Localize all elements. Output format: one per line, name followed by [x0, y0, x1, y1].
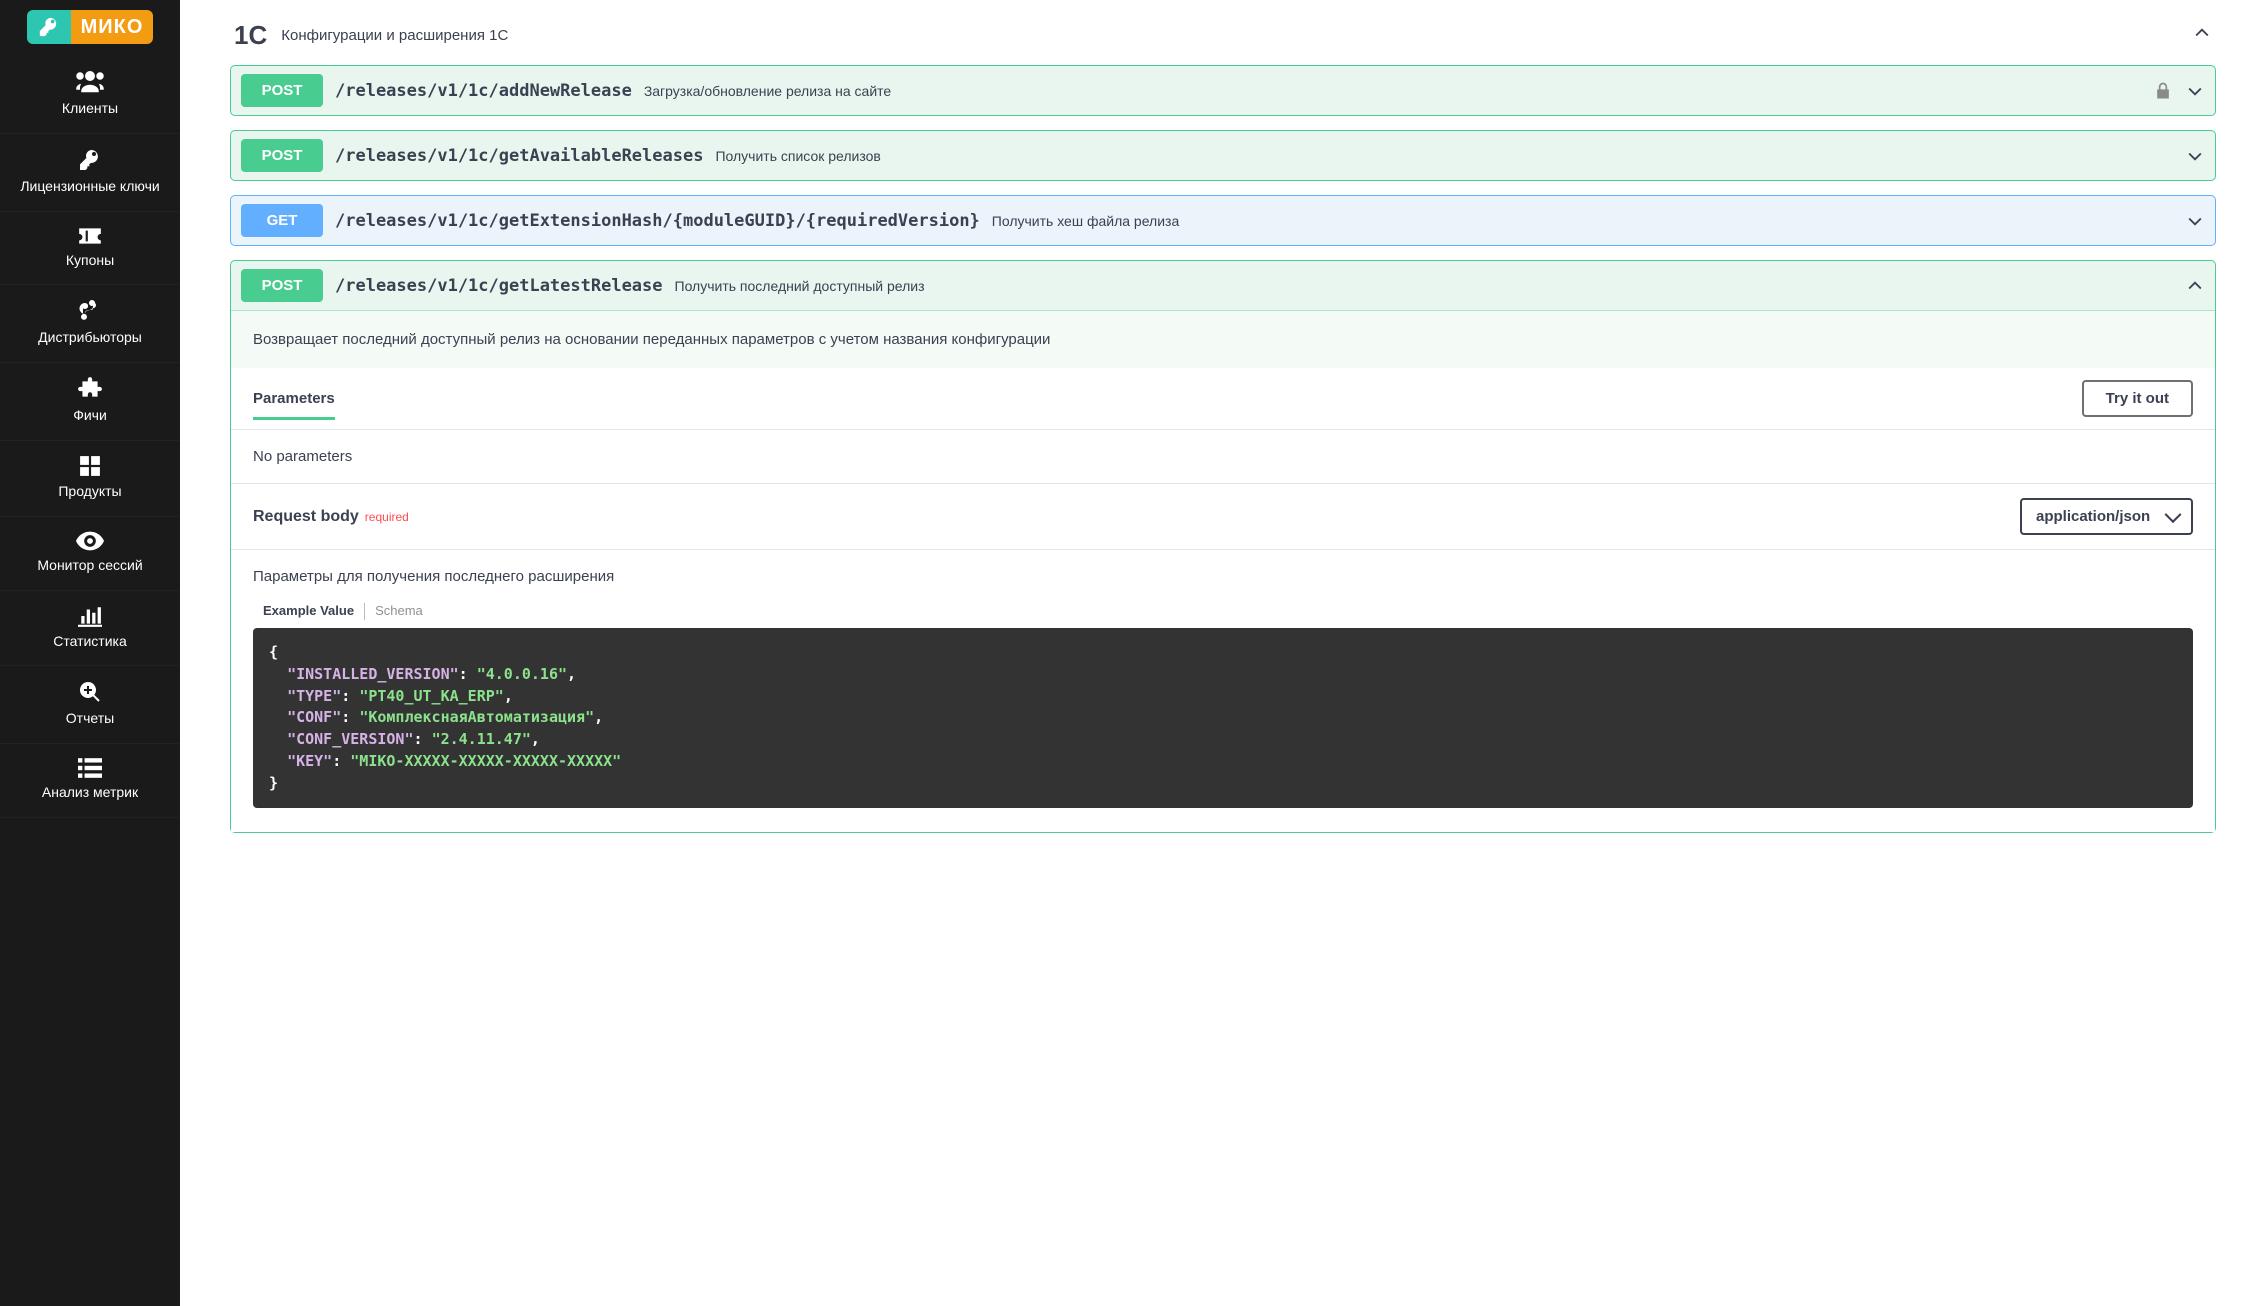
operation-summary: Получить список релизов — [715, 148, 880, 164]
try-it-out-button[interactable]: Try it out — [2082, 380, 2193, 417]
sidebar-item-license-keys[interactable]: Лицензионные ключи — [0, 134, 180, 212]
example-json-block[interactable]: { "INSTALLED_VERSION": "4.0.0.16", "TYPE… — [253, 628, 2193, 808]
content-type-select[interactable]: application/json — [2020, 498, 2193, 535]
operation-addNewRelease: POST /releases/v1/1c/addNewRelease Загру… — [230, 65, 2216, 116]
sidebar-item-label: Отчеты — [66, 710, 114, 727]
sidebar-item-clients[interactable]: Клиенты — [0, 54, 180, 134]
sidebar-item-products[interactable]: Продукты — [0, 441, 180, 517]
section-header[interactable]: 1C Конфигурации и расширения 1С — [230, 8, 2216, 65]
sidebar-item-label: Монитор сессий — [37, 557, 142, 574]
operation-header[interactable]: GET /releases/v1/1c/getExtensionHash/{mo… — [231, 196, 2215, 245]
lock-icon[interactable] — [2153, 81, 2173, 101]
request-body-section: Параметры для получения последнего расши… — [231, 550, 2215, 832]
chevron-down-icon — [2185, 81, 2205, 101]
branch-icon — [78, 299, 102, 323]
operation-summary: Загрузка/обновление релиза на сайте — [644, 83, 891, 99]
main-content: 1C Конфигурации и расширения 1С POST /re… — [180, 0, 2244, 1306]
http-method-badge: POST — [241, 139, 323, 172]
sidebar: МИКО Клиенты Лицензионные ключи Купоны Д… — [0, 0, 180, 1306]
parameters-label: Parameters — [253, 390, 335, 420]
sidebar-item-label: Клиенты — [62, 100, 118, 117]
eye-icon — [76, 531, 104, 551]
request-body-description: Параметры для получения последнего расши… — [253, 568, 2193, 585]
operation-summary: Получить хеш файла релиза — [992, 213, 1179, 229]
operation-body: Возвращает последний доступный релиз на … — [231, 310, 2215, 832]
operation-summary: Получить последний доступный релиз — [675, 278, 925, 294]
ticket-icon — [77, 226, 103, 246]
section-tag: 1C — [234, 20, 267, 51]
tab-schema[interactable]: Schema — [364, 603, 433, 620]
sidebar-item-label: Продукты — [58, 483, 121, 500]
sidebar-item-coupons[interactable]: Купоны — [0, 212, 180, 286]
body-tabs: Example Value Schema — [253, 603, 2193, 620]
grid-icon — [79, 455, 101, 477]
operation-header[interactable]: POST /releases/v1/1c/addNewRelease Загру… — [231, 66, 2215, 115]
operation-getLatestRelease: POST /releases/v1/1c/getLatestRelease По… — [230, 260, 2216, 833]
no-parameters-text: No parameters — [231, 430, 2215, 483]
key-icon — [27, 10, 71, 44]
operation-header[interactable]: POST /releases/v1/1c/getLatestRelease По… — [231, 261, 2215, 310]
key-icon — [78, 148, 102, 172]
http-method-badge: GET — [241, 204, 323, 237]
operation-getExtensionHash: GET /releases/v1/1c/getExtensionHash/{mo… — [230, 195, 2216, 246]
operation-path: /releases/v1/1c/getAvailableReleases — [335, 146, 703, 166]
sidebar-item-reports[interactable]: Отчеты — [0, 666, 180, 744]
chart-icon — [78, 605, 102, 627]
sidebar-item-label: Лицензионные ключи — [20, 178, 159, 195]
brand-name: МИКО — [71, 10, 154, 44]
tab-example-value[interactable]: Example Value — [253, 603, 364, 620]
operation-header[interactable]: POST /releases/v1/1c/getAvailableRelease… — [231, 131, 2215, 180]
http-method-badge: POST — [241, 269, 323, 302]
request-body-label: Request body — [253, 508, 359, 526]
sidebar-item-stats[interactable]: Статистика — [0, 591, 180, 667]
sidebar-item-label: Купоны — [66, 252, 114, 269]
http-method-badge: POST — [241, 74, 323, 107]
chevron-up-icon — [2185, 276, 2205, 296]
zoom-icon — [78, 680, 102, 704]
operation-path: /releases/v1/1c/addNewRelease — [335, 81, 632, 101]
sidebar-item-label: Статистика — [53, 633, 127, 650]
required-badge: required — [365, 510, 409, 524]
operation-path: /releases/v1/1c/getExtensionHash/{module… — [335, 211, 980, 231]
sidebar-item-label: Анализ метрик — [42, 784, 138, 801]
users-icon — [75, 68, 105, 94]
request-body-bar: Request body required application/json — [231, 483, 2215, 550]
chevron-up-icon — [2192, 23, 2212, 48]
logo: МИКО — [0, 0, 180, 54]
sidebar-item-sessions[interactable]: Монитор сессий — [0, 517, 180, 591]
section-description: Конфигурации и расширения 1С — [281, 27, 508, 44]
operation-description: Возвращает последний доступный релиз на … — [231, 311, 2215, 368]
sidebar-item-distributors[interactable]: Дистрибьюторы — [0, 285, 180, 363]
chevron-down-icon — [2185, 211, 2205, 231]
chevron-down-icon — [2185, 146, 2205, 166]
puzzle-icon — [77, 377, 103, 401]
sidebar-item-features[interactable]: Фичи — [0, 363, 180, 441]
sidebar-item-metrics[interactable]: Анализ метрик — [0, 744, 180, 818]
operation-path: /releases/v1/1c/getLatestRelease — [335, 276, 663, 296]
sidebar-item-label: Фичи — [73, 407, 107, 424]
list-icon — [78, 758, 102, 778]
operation-getAvailableReleases: POST /releases/v1/1c/getAvailableRelease… — [230, 130, 2216, 181]
parameters-bar: Parameters Try it out — [231, 368, 2215, 430]
sidebar-item-label: Дистрибьюторы — [38, 329, 142, 346]
